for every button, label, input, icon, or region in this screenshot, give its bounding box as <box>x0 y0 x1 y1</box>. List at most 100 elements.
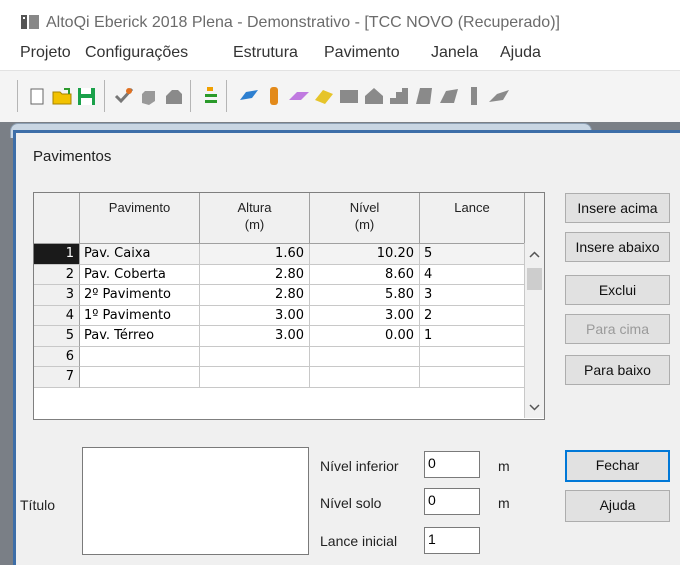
row-header[interactable]: 3 <box>34 285 80 306</box>
table-cell[interactable]: 1º Pavimento <box>80 305 200 326</box>
open-folder-icon[interactable] <box>51 86 73 106</box>
table-cell[interactable] <box>420 367 525 388</box>
insere-acima-button[interactable]: Insere acima <box>565 193 670 223</box>
table-cell[interactable]: 8.60 <box>310 264 420 285</box>
table-cell[interactable] <box>80 367 200 388</box>
slab-icon[interactable] <box>288 86 310 106</box>
column-header-nivel[interactable]: Nível (m) <box>310 193 420 244</box>
stair3-icon[interactable] <box>413 86 435 106</box>
table-cell[interactable]: 3.00 <box>200 326 310 347</box>
beam-icon[interactable] <box>238 86 260 106</box>
table-row[interactable]: 7 <box>34 367 525 388</box>
table-cell[interactable]: 1 <box>420 326 525 347</box>
titulo-label: Título <box>20 497 56 513</box>
toolbar-separator <box>226 80 227 112</box>
table-row[interactable]: 6 <box>34 346 525 367</box>
menu-configuracoes[interactable]: Configurações <box>85 44 188 62</box>
menu-projeto[interactable]: Projeto <box>20 44 71 62</box>
table-cell[interactable]: Pav. Térreo <box>80 326 200 347</box>
column-header-altura[interactable]: Altura (m) <box>200 193 310 244</box>
table-cell[interactable]: 4 <box>420 264 525 285</box>
row-header[interactable]: 5 <box>34 326 80 347</box>
pillar2-icon[interactable] <box>463 86 485 106</box>
table-cell[interactable]: 0.00 <box>310 326 420 347</box>
table-cell[interactable]: 2º Pavimento <box>80 285 200 306</box>
row-header[interactable]: 6 <box>34 346 80 367</box>
toolbar-separator <box>17 80 18 112</box>
column-header-pavimento[interactable]: Pavimento <box>80 193 200 244</box>
grid-corner <box>34 193 80 244</box>
table-row[interactable]: 1 Pav. Caixa 1.60 10.20 5 <box>34 244 525 265</box>
table-row[interactable]: 2 Pav. Coberta 2.80 8.60 4 <box>34 264 525 285</box>
fechar-button[interactable]: Fechar <box>565 450 670 482</box>
lance-inicial-input[interactable]: 1 <box>424 527 480 554</box>
table-cell[interactable]: 1.60 <box>200 244 310 265</box>
nivel-solo-input[interactable]: 0 <box>424 488 480 515</box>
hand-icon[interactable] <box>138 86 160 106</box>
grid-scrollbar[interactable] <box>524 243 544 418</box>
table-row[interactable]: 5 Pav. Térreo 3.00 0.00 1 <box>34 326 525 347</box>
wall-icon[interactable] <box>338 86 360 106</box>
new-document-icon[interactable] <box>26 86 48 106</box>
nivel-inferior-input[interactable]: 0 <box>424 451 480 478</box>
scroll-up-icon[interactable] <box>529 251 540 259</box>
table-cell[interactable]: 3.00 <box>310 305 420 326</box>
table-cell[interactable]: 5 <box>420 244 525 265</box>
table-cell[interactable]: 2 <box>420 305 525 326</box>
table-cell[interactable] <box>420 346 525 367</box>
ajuda-button[interactable]: Ajuda <box>565 490 670 522</box>
table-cell[interactable]: 3 <box>420 285 525 306</box>
scroll-down-icon[interactable] <box>529 403 540 411</box>
exclui-button[interactable]: Exclui <box>565 275 670 305</box>
table-cell[interactable] <box>200 346 310 367</box>
menu-janela[interactable]: Janela <box>431 44 478 62</box>
column-header-altura-label: Altura <box>237 200 272 215</box>
column-header-pavimento-label: Pavimento <box>108 200 171 215</box>
lance-inicial-label: Lance inicial <box>320 533 398 549</box>
table-cell[interactable] <box>310 367 420 388</box>
hierarchy-icon[interactable] <box>200 86 222 106</box>
row-header[interactable]: 1 <box>34 244 80 265</box>
foundation-icon[interactable] <box>313 86 335 106</box>
column-header-altura-unit: (m) <box>244 217 265 232</box>
nivel-solo-label: Nível solo <box>320 495 382 511</box>
menu-estrutura[interactable]: Estrutura <box>233 44 298 62</box>
table-cell[interactable]: Pav. Caixa <box>80 244 200 265</box>
para-cima-button: Para cima <box>565 314 670 344</box>
pavimentos-grid[interactable]: Pavimento Altura (m) Nível (m) Lance 1 Pa… <box>33 192 545 420</box>
nivel-inferior-unit: m <box>498 458 510 474</box>
check-icon[interactable] <box>113 86 135 106</box>
save-icon[interactable] <box>76 86 98 106</box>
scroll-thumb[interactable] <box>527 268 542 290</box>
column-header-lance[interactable]: Lance <box>420 193 525 244</box>
titulo-textarea[interactable] <box>82 447 309 555</box>
table-row[interactable]: 3 2º Pavimento 2.80 5.80 3 <box>34 285 525 306</box>
stair2-icon[interactable] <box>388 86 410 106</box>
column-header-lance-label: Lance <box>454 200 490 215</box>
nivel-solo-unit: m <box>498 495 510 511</box>
menu-ajuda[interactable]: Ajuda <box>500 44 541 62</box>
table-cell[interactable]: 2.80 <box>200 264 310 285</box>
table-cell[interactable]: 3.00 <box>200 305 310 326</box>
row-header[interactable]: 4 <box>34 305 80 326</box>
nivel-inferior-label: Nível inferior <box>320 458 399 474</box>
row-header[interactable]: 7 <box>34 367 80 388</box>
menu-pavimento[interactable]: Pavimento <box>324 44 400 62</box>
pillar-icon[interactable] <box>438 86 460 106</box>
stair-icon[interactable] <box>363 86 385 106</box>
row-header[interactable]: 2 <box>34 264 80 285</box>
para-baixo-button[interactable]: Para baixo <box>565 355 670 385</box>
table-cell[interactable] <box>310 346 420 367</box>
table-cell[interactable] <box>80 346 200 367</box>
table-cell[interactable] <box>200 367 310 388</box>
toolbar-separator <box>190 80 191 112</box>
table-row[interactable]: 4 1º Pavimento 3.00 3.00 2 <box>34 305 525 326</box>
table-cell[interactable]: 2.80 <box>200 285 310 306</box>
element-icon[interactable] <box>488 86 510 106</box>
printer-icon[interactable] <box>163 86 185 106</box>
table-cell[interactable]: 5.80 <box>310 285 420 306</box>
table-cell[interactable]: Pav. Coberta <box>80 264 200 285</box>
insere-abaixo-button[interactable]: Insere abaixo <box>565 232 670 262</box>
table-cell[interactable]: 10.20 <box>310 244 420 265</box>
column-icon[interactable] <box>263 86 285 106</box>
